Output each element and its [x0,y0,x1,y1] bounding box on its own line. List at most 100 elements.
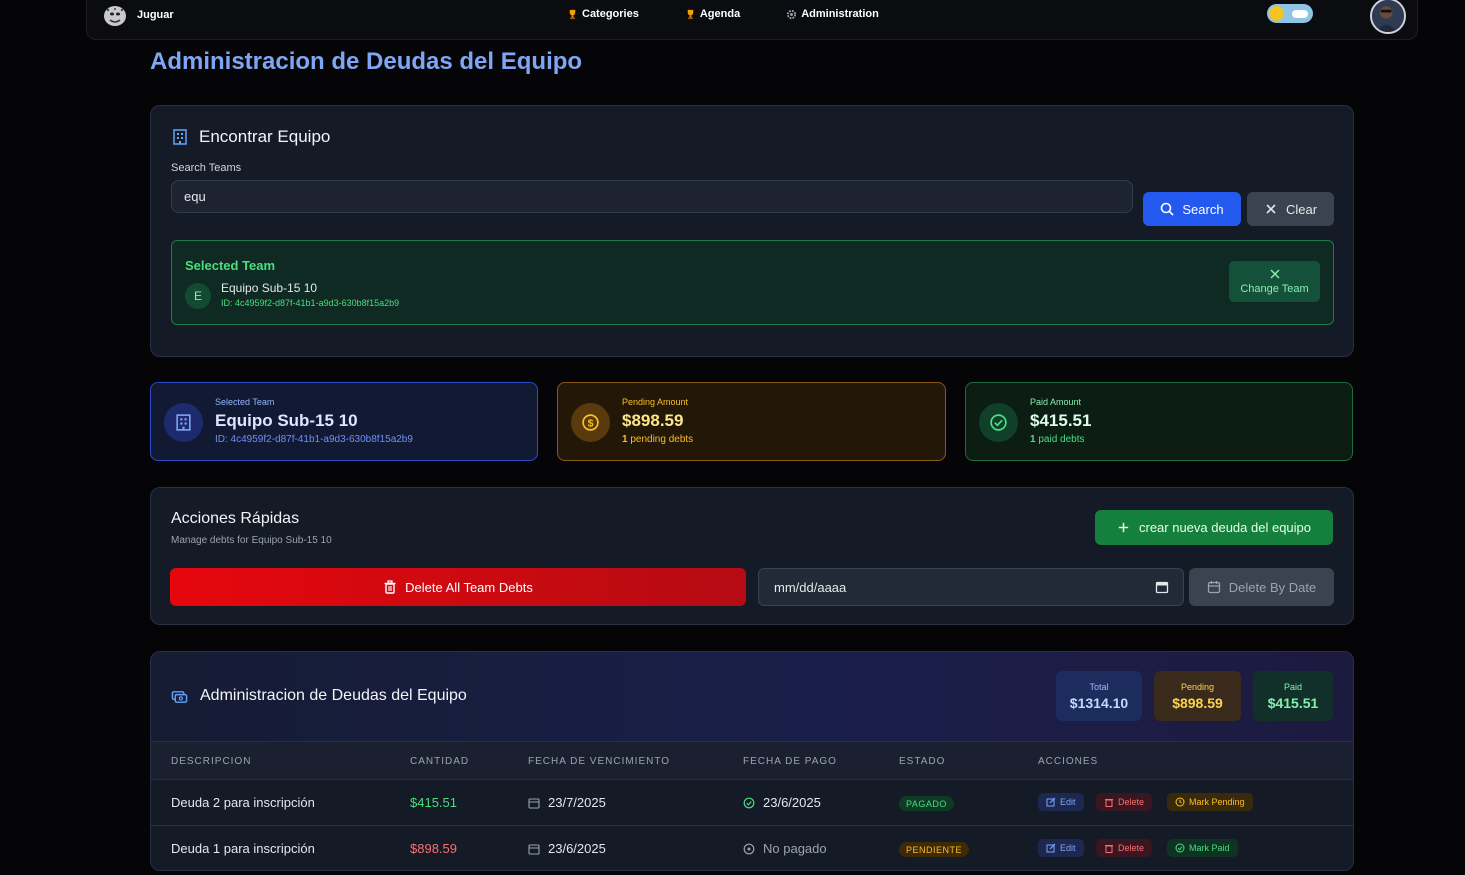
clear-button-label: Clear [1285,201,1318,217]
plus-icon [1117,521,1131,535]
nav-link-label: Agenda [699,8,741,20]
status-badge: PENDIENTE [899,842,970,857]
find-team-card: Encontrar Equipo Search Teams Search Cle… [150,105,1354,357]
debt-description: Deuda 2 para inscripción [171,795,315,810]
stat-icon-wrap [164,403,203,442]
delete-label: Delete [1118,843,1145,853]
summary-pending: Pending $898.59 [1154,671,1241,721]
summary-pending-label: Pending [1180,681,1215,692]
stat-sub: 1 pending debts [622,434,693,445]
mark-paid-button[interactable]: Mark Paid [1167,839,1238,857]
search-icon [1160,202,1174,216]
column-header: CANTIDAD [410,756,470,767]
clear-button[interactable]: Clear [1247,192,1334,226]
edit-button[interactable]: Edit [1038,793,1084,811]
table-row: Deuda 2 para inscripción $415.51 23/7/20… [151,779,1353,825]
debt-paid-date: 23/6/2025 [743,795,821,810]
delete-all-label: Delete All Team Debts [405,579,533,595]
dollar-coin-icon: $ [581,413,600,432]
create-debt-button[interactable]: crear nueva deuda del equipo [1095,510,1333,545]
clock-icon [1175,797,1185,807]
selected-team-box: Selected Team E Equipo Sub-15 10 ID: 4c4… [171,240,1334,325]
date-placeholder: mm/dd/aaaa [774,580,847,595]
paid-count: 1 [1030,434,1036,445]
debt-amount: $415.51 [410,795,457,810]
nav-link-administration[interactable]: Administration [786,8,879,20]
nav-link-label: Administration [801,8,879,20]
mark-paid-label: Mark Paid [1189,843,1230,853]
delete-all-debts-button[interactable]: Delete All Team Debts [170,568,746,606]
summary-paid-label: Paid [1283,681,1302,692]
selected-team-id: ID: 4c4959f2-d87f-41b1-a9d3-630b8f15a2b9 [221,298,400,308]
close-icon [1264,202,1278,216]
close-icon [1269,268,1281,280]
stat-icon-wrap [979,403,1018,442]
find-team-title: Encontrar Equipo [199,127,331,146]
debts-title: Administracion de Deudas del Equipo [200,687,467,704]
quick-actions-subtitle: Manage debts for Equipo Sub-15 10 [171,535,332,546]
edit-button[interactable]: Edit [1038,839,1084,857]
due-date-text: 23/6/2025 [548,841,606,856]
brand[interactable]: Juguar [101,2,174,28]
calendar-icon [1207,580,1221,594]
change-team-label: Change Team [1240,283,1309,295]
trash-icon [383,580,397,594]
trash-icon [1104,797,1114,807]
quick-actions-card: Acciones Rápidas Manage debts for Equipo… [150,487,1354,625]
due-date-text: 23/7/2025 [548,795,606,810]
nav-link-label: Categories [582,8,639,20]
cloud-icon [1292,10,1308,18]
summary-total-value: $1314.10 [1069,694,1129,711]
check-circle-icon [1175,843,1185,853]
summary-total-label: Total [1089,681,1109,692]
edit-label: Edit [1060,843,1076,853]
mark-pending-button[interactable]: Mark Pending [1167,793,1253,811]
selected-team-stat-card: Selected Team Equipo Sub-15 10 ID: 4c495… [150,382,538,461]
stat-sub: 1 paid debts [1030,434,1085,445]
top-navbar: Juguar Categories Agenda Administration [86,0,1418,40]
pending-sub-label: pending debts [630,434,694,445]
paid-date-text: 23/6/2025 [763,795,821,810]
status-badge: PAGADO [899,796,954,811]
building-icon [174,413,193,432]
stat-icon-wrap: $ [571,403,610,442]
edit-icon [1046,843,1056,853]
trophy-icon [685,9,696,20]
debt-due-date: 23/7/2025 [528,795,606,810]
circle-dot-icon [743,843,755,855]
calendar-icon [528,843,540,855]
column-header: ACCIONES [1038,756,1099,767]
calendar-icon [528,797,540,809]
stat-value: $415.51 [1030,411,1092,430]
search-button-label: Search [1182,201,1224,217]
search-label: Search Teams [171,162,242,174]
user-avatar[interactable] [1370,0,1406,34]
theme-toggle[interactable] [1267,4,1313,23]
delete-by-date-button[interactable]: Delete By Date [1189,568,1334,606]
paid-date-text: No pagado [763,841,827,856]
calendar-icon[interactable] [1155,580,1169,594]
sun-icon [1269,6,1284,21]
paid-amount-stat-card: Paid Amount $415.51 1 paid debts [965,382,1353,461]
nav-link-categories[interactable]: Categories [567,8,639,20]
search-button[interactable]: Search [1143,192,1241,226]
stat-label: Pending Amount [622,397,689,407]
column-header: DESCRIPCION [171,756,252,767]
pending-count: 1 [622,434,628,445]
stat-label: Selected Team [215,397,275,407]
summary-pending-value: $898.59 [1172,694,1223,711]
change-team-button[interactable]: Change Team [1229,261,1320,302]
building-icon [171,128,189,146]
delete-button[interactable]: Delete [1096,793,1153,811]
stat-value: Equipo Sub-15 10 [215,411,358,430]
team-search-input[interactable] [171,180,1133,213]
delete-date-input[interactable]: mm/dd/aaaa [758,568,1184,606]
selected-team-name: Equipo Sub-15 10 [221,281,318,295]
trash-icon [1104,843,1114,853]
mark-pending-label: Mark Pending [1189,797,1245,807]
debt-description: Deuda 1 para inscripción [171,841,315,856]
stat-value: $898.59 [622,411,684,430]
nav-link-agenda[interactable]: Agenda [685,8,740,20]
delete-button[interactable]: Delete [1096,839,1153,857]
column-header: FECHA DE VENCIMIENTO [528,756,671,767]
